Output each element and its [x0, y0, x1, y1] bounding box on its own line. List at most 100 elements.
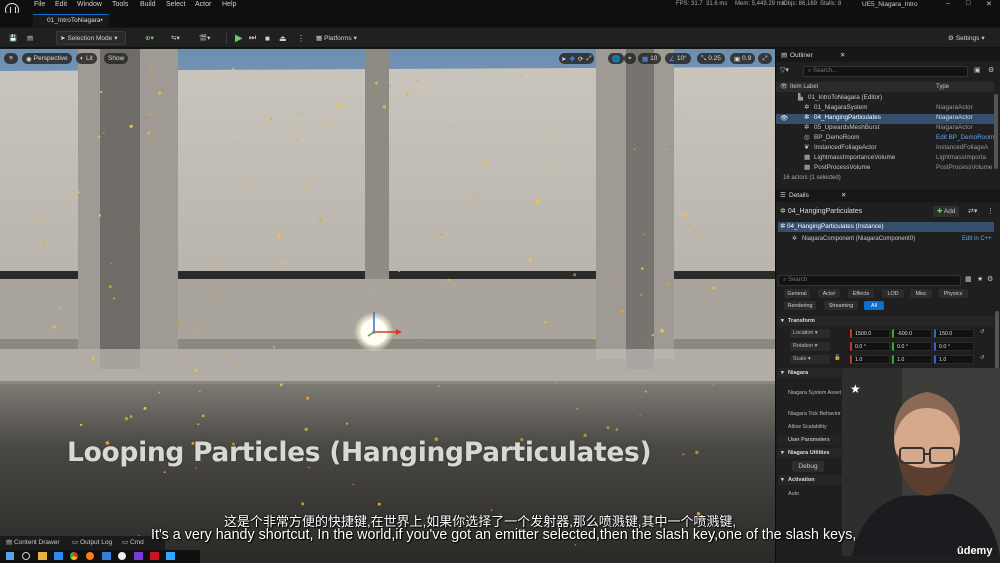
unreal-taskbar-icon[interactable] — [118, 552, 126, 560]
world-local-icon[interactable]: 🌐 — [608, 53, 625, 64]
surface-snap-icon[interactable]: ⌖ — [624, 53, 636, 64]
minimize-icon[interactable]: – — [946, 0, 950, 7]
content-browser-icon[interactable]: ▤ — [24, 31, 36, 45]
file-explorer-icon[interactable] — [38, 552, 47, 560]
photoshop-icon[interactable] — [166, 552, 175, 560]
filter-tab-all[interactable]: All — [864, 301, 884, 310]
app-icon[interactable] — [150, 552, 159, 560]
type-header[interactable]: Type — [936, 84, 949, 90]
filter-tab-actor[interactable]: Actor — [818, 289, 840, 298]
chrome-icon[interactable] — [70, 552, 78, 560]
filter-tab-effects[interactable]: Effects — [848, 289, 874, 298]
show-button[interactable]: Show — [104, 53, 129, 64]
grid-snap-button[interactable]: ▦ 10 — [638, 53, 662, 64]
scale-snap-button[interactable]: ⤡ 0.25 — [697, 53, 725, 64]
selection-mode-dropdown[interactable]: ➤ Selection Mode ▾ — [56, 31, 126, 45]
add-component-button[interactable]: ✚ Add — [933, 206, 960, 217]
rotation-y-field[interactable]: 0.0 ° — [892, 342, 932, 351]
level-tab[interactable]: 01_IntroToNiagara• — [33, 14, 109, 27]
maximize-icon[interactable]: □ — [966, 0, 970, 7]
blueprint-button[interactable]: ⇆▾ — [168, 31, 183, 45]
scale-tool-icon[interactable]: ⤢ — [586, 55, 591, 63]
filter-icon[interactable]: ▽▾ — [780, 66, 789, 74]
viewport-menu-icon[interactable]: ≡ — [4, 53, 18, 64]
outliner-scrollbar[interactable] — [994, 94, 998, 169]
menu-help[interactable]: Help — [222, 1, 236, 8]
close-icon[interactable]: ✕ — [986, 0, 992, 8]
add-folder-icon[interactable]: ▣ — [974, 66, 981, 74]
filter-tab-physics[interactable]: Physics — [938, 289, 968, 298]
select-tool-icon[interactable]: ➤ — [561, 55, 566, 63]
transform-gizmo[interactable] — [338, 307, 418, 367]
save-icon[interactable]: 💾 — [6, 31, 20, 45]
play-icon[interactable]: ▶ — [232, 31, 246, 45]
content-drawer-button[interactable]: ▤ Content Drawer — [6, 538, 60, 546]
camera-speed-button[interactable]: ▣ 0.9 — [730, 53, 756, 64]
move-tool-icon[interactable]: ✥ — [569, 55, 574, 63]
filter-tab-misc[interactable]: Misc — [910, 289, 932, 298]
outliner-row[interactable]: ▩ LightmassImportanceVolume LightmassImp… — [776, 154, 994, 164]
outliner-row[interactable]: ❦ InstancedFoliageActor InstancedFoliage… — [776, 144, 994, 154]
menu-edit[interactable]: Edit — [55, 1, 67, 8]
app-icon[interactable] — [54, 552, 63, 560]
add-actor-button[interactable]: ⊕▾ — [142, 31, 157, 45]
outliner-row[interactable]: ◎ BP_DemoRoom Edit BP_DemoRoom — [776, 134, 994, 144]
cinematics-button[interactable]: 🎬▾ — [196, 31, 213, 45]
rotation-x-field[interactable]: 0.0 ° — [850, 342, 890, 351]
cmd-button[interactable]: ▭ Cmd — [122, 538, 144, 546]
outliner-row-selected[interactable]: 👁 ✲ 04_HangingParticulates NiagaraActor — [776, 114, 994, 124]
eye-icon[interactable]: 👁 — [780, 114, 788, 122]
scale-y-field[interactable]: 1.0 — [892, 355, 932, 364]
app-icon[interactable] — [134, 552, 143, 560]
rotation-dropdown[interactable]: Rotation ▾ — [790, 342, 830, 351]
menu-actor[interactable]: Actor — [195, 1, 211, 8]
more-options-icon[interactable]: ⋮ — [987, 207, 994, 215]
reset-icon[interactable]: ↺ — [980, 355, 985, 361]
outliner-row[interactable]: ✲ 05_UpwardsMeshBurst NiagaraActor — [776, 124, 994, 134]
scale-dropdown[interactable]: Scale ▾ — [790, 355, 830, 364]
menu-file[interactable]: File — [34, 1, 45, 8]
scale-z-field[interactable]: 1.0 — [934, 355, 974, 364]
platforms-button[interactable]: ▦ Platforms ▾ — [313, 31, 360, 45]
edit-blueprint-link[interactable]: Edit BP_DemoRoom — [936, 134, 994, 141]
filter-tab-streaming[interactable]: Streaming — [824, 301, 858, 310]
property-matrix-icon[interactable]: ▦ — [965, 275, 972, 283]
location-x-field[interactable]: 1500.0 — [850, 329, 890, 338]
browser-icon[interactable] — [86, 552, 94, 560]
location-z-field[interactable]: 150.0 — [934, 329, 974, 338]
stop-icon[interactable]: ■ — [262, 31, 273, 45]
menu-select[interactable]: Select — [166, 1, 185, 8]
perspective-button[interactable]: ◉ Perspective — [22, 53, 72, 64]
component-row[interactable]: ✲ NiagaraComponent (NiagaraComponent0) E… — [778, 234, 994, 244]
search-icon[interactable] — [22, 552, 30, 560]
settings-gear-icon[interactable]: ⚙ — [988, 66, 994, 74]
filter-tab-rendering[interactable]: Rendering — [784, 301, 816, 310]
scale-x-field[interactable]: 1.0 — [850, 355, 890, 364]
settings-gear-icon[interactable]: ⚙ — [987, 275, 993, 283]
blueprint-convert-icon[interactable]: ⇄▾ — [968, 207, 977, 215]
windows-start-icon[interactable] — [6, 552, 14, 560]
location-dropdown[interactable]: Location ▾ — [790, 329, 830, 338]
rotate-tool-icon[interactable]: ⟳ — [578, 55, 583, 63]
close-tab-icon[interactable]: ✕ — [840, 51, 845, 59]
outliner-search-input[interactable]: ⌕ Search... — [803, 66, 968, 77]
rotation-snap-button[interactable]: ∠ 10° — [665, 53, 691, 64]
transform-section-header[interactable]: ▾ Transform — [778, 316, 994, 326]
eject-icon[interactable]: ⏏ — [276, 31, 290, 45]
item-label-header[interactable]: Item Label — [790, 84, 818, 90]
lock-icon[interactable]: 🔓 — [834, 355, 841, 361]
menu-build[interactable]: Build — [140, 1, 156, 8]
level-viewport[interactable]: ≡ ◉ Perspective ◐ Lit Show ➤ ✥ ⟳ ⤢ 🌐 ⌖ ▦… — [0, 49, 775, 563]
menu-window[interactable]: Window — [77, 1, 102, 8]
edit-in-cpp-link[interactable]: Edit in C++ — [962, 234, 992, 244]
instance-row[interactable]: ✲ 04_HangingParticulates (Instance) — [778, 222, 994, 232]
outliner-row[interactable]: ✲ 01_NiagaraSystem NiagaraActor — [776, 104, 994, 114]
favorites-star-icon[interactable]: ★ — [977, 275, 983, 283]
close-tab-icon[interactable]: ✕ — [841, 191, 846, 199]
filter-tab-general[interactable]: General — [784, 289, 810, 298]
details-search-input[interactable]: ⌕ Search — [778, 275, 961, 286]
debug-button[interactable]: Debug — [792, 461, 824, 472]
rotation-z-field[interactable]: 0.0 ° — [934, 342, 974, 351]
output-log-button[interactable]: ▭ Output Log — [72, 538, 112, 546]
step-icon[interactable]: ⏭ — [246, 31, 259, 45]
